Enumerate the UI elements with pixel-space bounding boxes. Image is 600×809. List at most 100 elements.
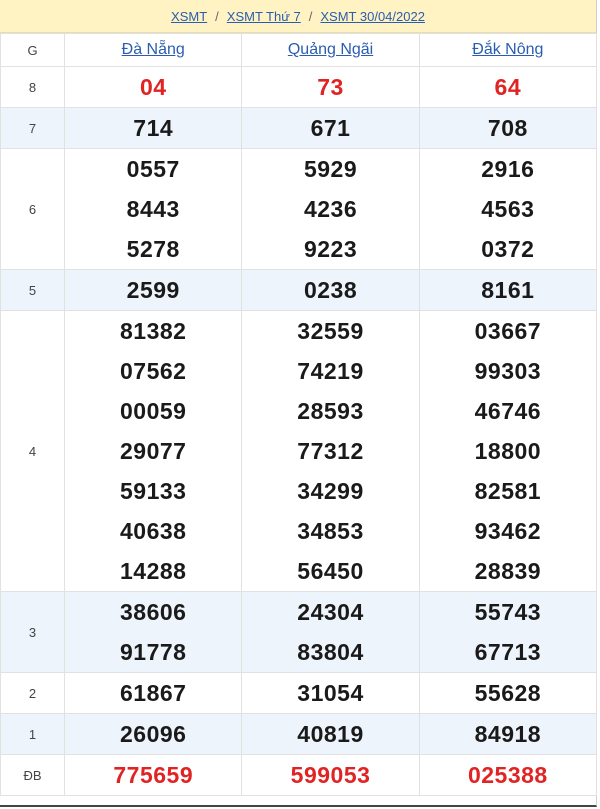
prize-number: 8161 (481, 277, 535, 303)
prize-label: 2 (0, 672, 66, 714)
prize-number: 4236 (303, 196, 358, 222)
prize-number: 64 (494, 74, 522, 100)
prize-number: 91778 (120, 639, 187, 665)
prize-cell-da-nang: 38606 91778 (64, 591, 243, 673)
prize-label: ĐB (0, 754, 66, 796)
prize-number: 8443 (126, 196, 180, 222)
table-header-row: G Đà Nẵng Quảng Ngãi Đắk Nông (0, 33, 598, 67)
prize-label: 7 (0, 107, 66, 149)
prize-cell-dak-nong: 55743 67713 (418, 591, 598, 673)
prize-cell-da-nang: 81382 07562 00059 29077 59133 40638 14288 (64, 310, 243, 592)
prize-number: 55743 (474, 599, 542, 625)
breadcrumb: XSMT / XSMT Thứ 7 / XSMT 30/04/2022 (0, 0, 596, 33)
prize-number: 599053 (290, 762, 371, 788)
prize-number: 775659 (113, 762, 194, 788)
prize-cell-da-nang: 0557 8443 5278 (64, 148, 243, 270)
prize-cell-dak-nong: 8161 (418, 269, 598, 311)
province-link-dak-nong[interactable]: Đắk Nông (472, 41, 543, 58)
prize-cell-quang-ngai: 599053 (241, 754, 420, 796)
breadcrumb-link-xsmt-thu-7[interactable]: XSMT Thứ 7 (227, 9, 301, 24)
prize-cell-quang-ngai: 671 (241, 107, 420, 149)
prize-cell-dak-nong: 84918 (418, 713, 598, 755)
province-header-dak-nong: Đắk Nông (418, 33, 598, 67)
prize-number: 61867 (120, 680, 187, 706)
prize-number: 07562 (120, 358, 187, 384)
prize-number: 0238 (303, 277, 358, 303)
prize-number: 03667 (474, 318, 542, 344)
prize-number: 74219 (297, 358, 364, 384)
prize-number: 2916 (481, 156, 535, 182)
prize-label: 4 (0, 310, 66, 592)
prize-number: 77312 (297, 438, 364, 464)
prize-number: 84918 (474, 721, 542, 747)
prize-cell-quang-ngai: 31054 (241, 672, 420, 714)
prize-label: 3 (0, 591, 66, 673)
prize-label: 8 (0, 66, 66, 108)
prize-number: 34299 (297, 478, 364, 504)
prize-number: 671 (310, 115, 351, 141)
prize-number: 59133 (120, 478, 187, 504)
province-link-da-nang[interactable]: Đà Nẵng (122, 41, 185, 58)
results-page: XSMT / XSMT Thứ 7 / XSMT 30/04/2022 G Đà… (0, 0, 598, 807)
prize-number: 14288 (120, 558, 187, 584)
breadcrumb-link-xsmt[interactable]: XSMT (171, 9, 207, 24)
prize-cell-quang-ngai: 40819 (241, 713, 420, 755)
prize-number: 82581 (474, 478, 542, 504)
prize-number: 5929 (303, 156, 358, 182)
prize-number: 18800 (474, 438, 542, 464)
prize-row: 4 81382 07562 00059 29077 59133 40638 14288 3255… (0, 310, 598, 592)
prize-cell-quang-ngai: 32559 74219 28593 77312 34299 34853 56450 (241, 310, 420, 592)
prize-cell-da-nang: 04 (64, 66, 243, 108)
prize-label: 6 (0, 148, 66, 270)
province-link-quang-ngai[interactable]: Quảng Ngãi (288, 41, 373, 58)
prize-cell-dak-nong: 025388 (418, 754, 598, 796)
prize-cell-da-nang: 26096 (64, 713, 243, 755)
prize-cell-dak-nong: 708 (418, 107, 598, 149)
prize-row: 6 0557 8443 5278 5929 4236 9223 2916 4563 0372 (0, 148, 598, 270)
prize-number: 55628 (474, 680, 542, 706)
prize-number: 24304 (297, 599, 364, 625)
prize-row: 5 2599 0238 8161 (0, 269, 598, 311)
prize-number: 025388 (467, 762, 548, 788)
prize-number: 00059 (120, 398, 187, 424)
prize-number: 708 (487, 115, 528, 141)
prize-number: 34853 (297, 518, 364, 544)
prize-number: 0372 (481, 236, 535, 262)
prize-cell-da-nang: 61867 (64, 672, 243, 714)
prize-number: 4563 (481, 196, 535, 222)
prize-number: 9223 (303, 236, 358, 262)
prize-row: 8 04 73 64 (0, 66, 598, 108)
prize-cell-quang-ngai: 5929 4236 9223 (241, 148, 420, 270)
prize-number: 714 (133, 115, 174, 141)
prize-number: 93462 (474, 518, 542, 544)
prize-number: 2599 (126, 277, 180, 303)
results-table: G Đà Nẵng Quảng Ngãi Đắk Nông 8 04 73 64 7 71… (0, 33, 598, 796)
prize-cell-dak-nong: 2916 4563 0372 (418, 148, 598, 270)
prize-number: 73 (317, 74, 344, 100)
prize-number: 04 (139, 74, 167, 100)
prize-number: 40819 (297, 721, 364, 747)
prize-row: 7 714 671 708 (0, 107, 598, 149)
prize-number: 28593 (297, 398, 364, 424)
province-header-quang-ngai: Quảng Ngãi (241, 33, 420, 67)
prize-cell-dak-nong: 55628 (418, 672, 598, 714)
prize-label: 5 (0, 269, 66, 311)
breadcrumb-separator: / (308, 8, 313, 24)
prize-row: 2 61867 31054 55628 (0, 672, 598, 714)
prize-number: 83804 (297, 639, 364, 665)
province-header-da-nang: Đà Nẵng (64, 33, 243, 67)
breadcrumb-separator: / (215, 8, 219, 24)
prize-number: 67713 (474, 639, 542, 665)
prize-cell-dak-nong: 03667 99303 46746 18800 82581 93462 28839 (418, 310, 598, 592)
prize-number: 32559 (297, 318, 364, 344)
prize-number: 46746 (474, 398, 542, 424)
prize-number: 26096 (120, 721, 187, 747)
prize-number: 5278 (126, 236, 180, 262)
breadcrumb-link-xsmt-date[interactable]: XSMT 30/04/2022 (320, 9, 425, 24)
prize-cell-dak-nong: 64 (418, 66, 598, 108)
prize-row: 3 38606 91778 24304 83804 55743 67713 (0, 591, 598, 673)
prize-row: ĐB 775659 599053 025388 (0, 754, 598, 796)
prize-number: 99303 (474, 358, 542, 384)
prize-number: 40638 (120, 518, 187, 544)
prize-number: 28839 (474, 558, 542, 584)
